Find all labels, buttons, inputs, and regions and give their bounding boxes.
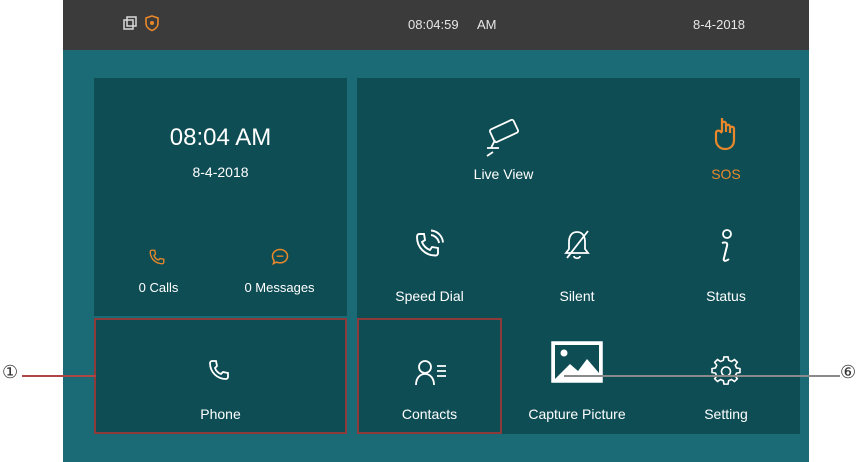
- gear-icon: [711, 356, 741, 385]
- callout-1-leader: [22, 375, 96, 377]
- bell-off-icon: [564, 230, 590, 260]
- status-date: 8-4-2018: [693, 17, 746, 32]
- calls-label: 0 Calls: [138, 280, 179, 295]
- status-label: Status: [706, 288, 746, 304]
- messages-label: 0 Messages: [244, 280, 315, 295]
- messages-indicator[interactable]: 0 Messages: [222, 244, 337, 304]
- phone-icon: [149, 249, 165, 265]
- phone-highlight-frame: [94, 318, 347, 434]
- picture-icon: [551, 341, 603, 383]
- clock-date: 8-4-2018: [192, 164, 249, 180]
- hand-press-icon: [714, 118, 736, 151]
- clock-time: 08:04 AM: [169, 124, 272, 151]
- phone-ringing-icon: [416, 229, 444, 257]
- callout-6-leader: [564, 375, 840, 377]
- speed-dial-label: Speed Dial: [395, 288, 464, 304]
- cctv-camera-icon: [486, 118, 519, 157]
- status-ampm: AM: [477, 17, 497, 32]
- setting-label: Setting: [704, 406, 748, 422]
- status-bar: 08:04:59 AM 8-4-2018: [63, 0, 809, 50]
- callout-1: ①: [2, 362, 19, 383]
- info-icon: [721, 229, 732, 262]
- live-view-label: Live View: [473, 166, 534, 182]
- silent-tile[interactable]: Silent: [504, 198, 650, 316]
- window-icon: [123, 16, 137, 30]
- intercom-screen: 08:04:59 AM 8-4-2018 08:04 AM 8-4-2018 0…: [63, 0, 809, 462]
- status-time: 08:04:59: [408, 17, 459, 32]
- capture-picture-label: Capture Picture: [528, 406, 626, 422]
- calls-indicator[interactable]: 0 Calls: [106, 244, 211, 304]
- callout-6: ⑥: [840, 362, 856, 383]
- live-view-tile[interactable]: Live View: [357, 78, 650, 196]
- status-tile[interactable]: Status: [652, 198, 800, 316]
- sos-tile[interactable]: SOS: [652, 78, 800, 196]
- clock-panel: 08:04 AM 8-4-2018 0 Calls 0 Messages: [94, 78, 347, 316]
- shield-icon: [145, 15, 159, 32]
- silent-label: Silent: [559, 288, 595, 304]
- message-bubble-icon: [271, 248, 289, 266]
- sos-label: SOS: [711, 166, 741, 182]
- speed-dial-tile[interactable]: Speed Dial: [357, 198, 502, 316]
- contacts-highlight-frame: [357, 318, 502, 434]
